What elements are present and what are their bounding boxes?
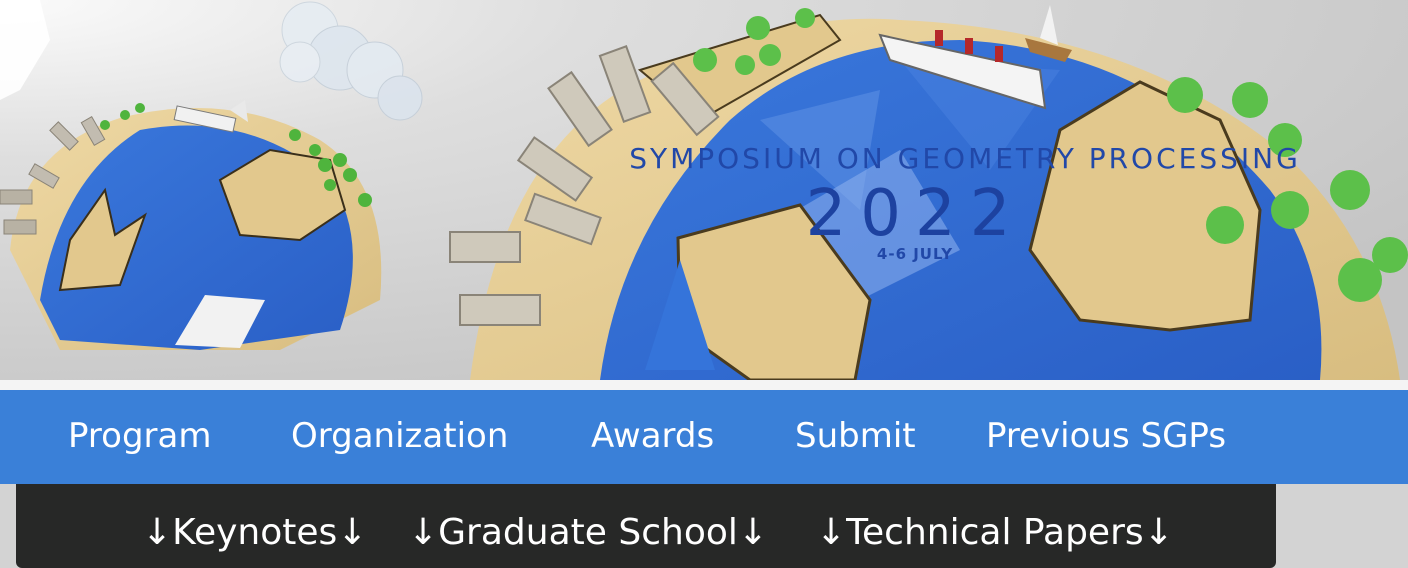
nav-item-program[interactable]: Program	[68, 416, 211, 456]
main-nav: Program Organization Awards Submit Previ…	[0, 390, 1408, 484]
nav-item-previous-sgps[interactable]: Previous SGPs	[986, 416, 1226, 456]
subnav-item-keynotes[interactable]: ↓Keynotes↓	[142, 512, 367, 553]
subnav-item-graduate-school[interactable]: ↓Graduate School↓	[408, 512, 768, 553]
nav-item-organization[interactable]: Organization	[291, 416, 508, 456]
nav-item-awards[interactable]: Awards	[591, 416, 714, 456]
nav-item-submit[interactable]: Submit	[795, 416, 916, 456]
subnav-item-technical-papers[interactable]: ↓Technical Papers↓	[816, 512, 1174, 553]
header-banner: SYMPOSIUM ON GEOMETRY PROCESSING 2022 4-…	[0, 0, 1408, 380]
divider	[0, 380, 1408, 390]
banner-illustration	[0, 0, 1408, 380]
program-subnav: ↓Keynotes↓ ↓Graduate School↓ ↓Technical …	[16, 484, 1276, 568]
